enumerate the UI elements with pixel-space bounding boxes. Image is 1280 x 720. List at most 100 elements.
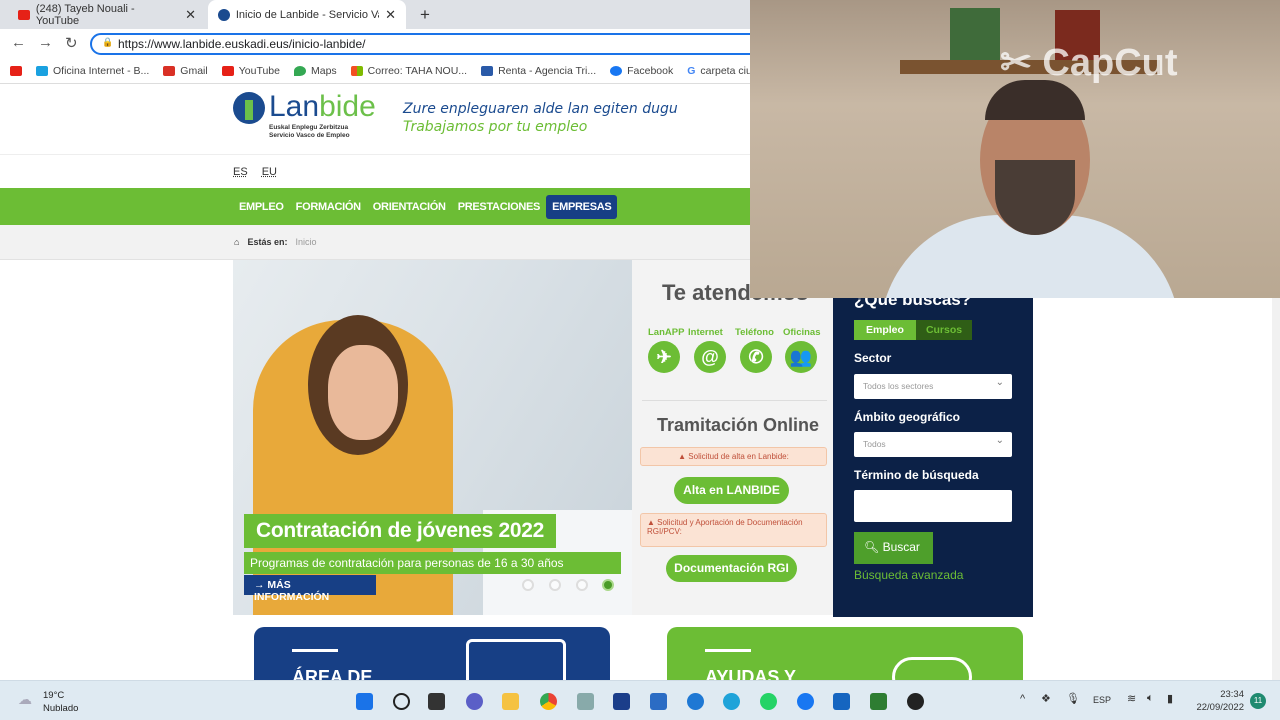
file-explorer-icon[interactable] [502,693,519,710]
page-scrollbar[interactable] [1272,298,1280,680]
arrow-right-icon: → [254,579,268,591]
bookmark-label: Renta - Agencia Tri... [498,65,597,77]
carousel-dot-2[interactable] [549,579,561,591]
dropbox-icon[interactable]: ❖ [1041,692,1051,705]
logo-word: Lan [269,90,320,123]
nav-prestaciones[interactable]: PRESTACIONES [452,195,546,219]
term-label: Término de búsqueda [854,468,979,482]
app-icon[interactable] [870,693,887,710]
task-view-icon[interactable] [428,693,445,710]
date: 22/09/2022 [1196,702,1244,713]
sector-select[interactable]: Todos los sectores [854,374,1012,399]
office-people-icon[interactable]: 👥 [785,341,817,373]
warning-icon: ▲ [647,518,658,527]
channel-lanapp[interactable]: LanAPP [648,327,684,338]
divider [642,400,827,401]
nav-empleo[interactable]: EMPLEO [233,195,290,219]
alta-lanbide-button[interactable]: Alta en LANBIDE [674,477,789,504]
volume-icon[interactable]: 🔈︎ [1147,692,1154,705]
bookmark-7[interactable]: Facebook [610,65,673,77]
bookmark-6[interactable]: Renta - Agencia Tri... [481,65,596,77]
search-term-input[interactable] [854,490,1012,522]
card-line [292,649,338,652]
search-button[interactable]: 🔍︎ Buscar [854,532,933,564]
close-tab-icon[interactable]: ✕ [185,7,196,23]
windows-start-icon[interactable] [356,693,373,710]
nav-empresas[interactable]: EMPRESAS [546,194,618,219]
store-icon[interactable] [613,693,630,710]
card-area[interactable]: ÁREA DE [254,627,610,687]
carousel-dot-1[interactable] [522,579,534,591]
breadcrumb-current[interactable]: Inicio [295,237,316,259]
carousel-dot-3[interactable] [576,579,588,591]
bookmark-4[interactable]: Maps [293,65,337,77]
bookmark-label: Oficina Internet - B... [53,65,150,77]
time: 23:34 [1220,689,1244,700]
breadcrumb-label: Estás en: [247,237,288,247]
tab-empleo[interactable]: Empleo [854,320,916,340]
ambito-label: Ámbito geográfico [854,410,961,424]
tab-cursos[interactable]: Cursos [915,320,973,340]
lang-es[interactable]: ES [233,166,248,178]
forward-icon[interactable]: → [38,34,53,51]
microphone-icon[interactable]: 🎙︎ [1066,692,1080,705]
lanbide-logo[interactable]: Lanbide Euskal Enplegu Zerbitzua Servici… [233,92,376,140]
carousel-dot-4-active[interactable] [602,579,614,591]
logo-word: bide [319,90,376,123]
bookmark-5[interactable]: Correo: TAHA NOU... [350,65,468,77]
phone-icon[interactable]: ✆ [740,341,772,373]
bookmark-1[interactable]: Oficina Internet - B... [36,65,149,77]
input-language[interactable]: ESP [1093,695,1111,705]
notification-badge[interactable]: 11 [1250,693,1266,709]
at-icon[interactable]: @ [694,341,726,373]
bookmark-label: Gmail [180,65,208,77]
obs-icon[interactable] [907,693,924,710]
channel-oficinas[interactable]: Oficinas [783,327,821,338]
weather-widget[interactable]: 19°C Nublado [43,689,78,715]
chrome-icon[interactable] [540,693,557,710]
bookmark-label: Correo: TAHA NOU... [367,65,468,77]
nav-orientacion[interactable]: ORIENTACIÓN [367,195,452,219]
maps-icon [293,66,306,76]
book [950,8,1000,60]
new-tab-button[interactable]: + [410,0,440,29]
back-icon[interactable]: ← [11,34,26,51]
tab-lanbide[interactable]: Inicio de Lanbide - Servicio Vasco ✕ [208,0,406,29]
ambito-select[interactable]: Todos [854,432,1012,457]
edge-icon[interactable] [723,693,740,710]
tray-chevron-icon[interactable]: ^ [1020,693,1025,705]
channel-internet[interactable]: Internet [688,327,723,338]
advanced-search-link[interactable]: Búsqueda avanzada [854,568,963,582]
whatsapp-icon[interactable] [760,693,777,710]
mail-icon[interactable] [650,693,667,710]
bookmark-2[interactable]: Gmail [163,65,208,77]
close-tab-icon[interactable]: ✕ [385,7,396,23]
battery-icon[interactable]: ▮ [1167,692,1173,705]
bookmark-8[interactable]: Gcarpeta ciud [687,65,757,77]
warning-rgi: ▲ Solicitud y Aportación de Documentació… [640,513,827,547]
bookmark-label: Facebook [627,65,674,77]
app-icon[interactable] [577,693,594,710]
youtube-icon [221,66,234,76]
cloud-icon: ☁ [18,691,32,707]
facebook-icon[interactable] [797,693,814,710]
app-icon[interactable] [833,693,850,710]
bookmark-3[interactable]: YouTube [221,65,280,77]
lang-eu[interactable]: EU [262,166,277,178]
nav-formacion[interactable]: FORMACIÓN [290,195,367,219]
search-icon[interactable] [393,693,410,710]
bookmark-0[interactable] [10,66,22,76]
tab-youtube[interactable]: (248) Tayeb Nouali - YouTube ✕ [8,0,206,29]
logo-sub: Servicio Vasco de Empleo [269,132,350,139]
help-icon[interactable] [687,693,704,710]
card-ayudas[interactable]: AYUDAS Y [667,627,1023,687]
wifi-icon[interactable]: ≋ [1127,692,1136,705]
lanapp-icon[interactable]: ✈ [648,341,680,373]
channel-telefono[interactable]: Teléfono [735,327,774,338]
address-bar[interactable]: 🔒 https://www.lanbide.euskadi.eus/inicio… [90,33,770,55]
reload-icon[interactable]: ↻ [65,34,78,52]
teams-chat-icon[interactable] [466,693,483,710]
clock[interactable]: 23:34 22/09/2022 [1192,688,1244,714]
more-info-button[interactable]: → MÁS INFORMACIÓN [244,575,376,603]
documentacion-rgi-button[interactable]: Documentación RGI [666,555,797,582]
